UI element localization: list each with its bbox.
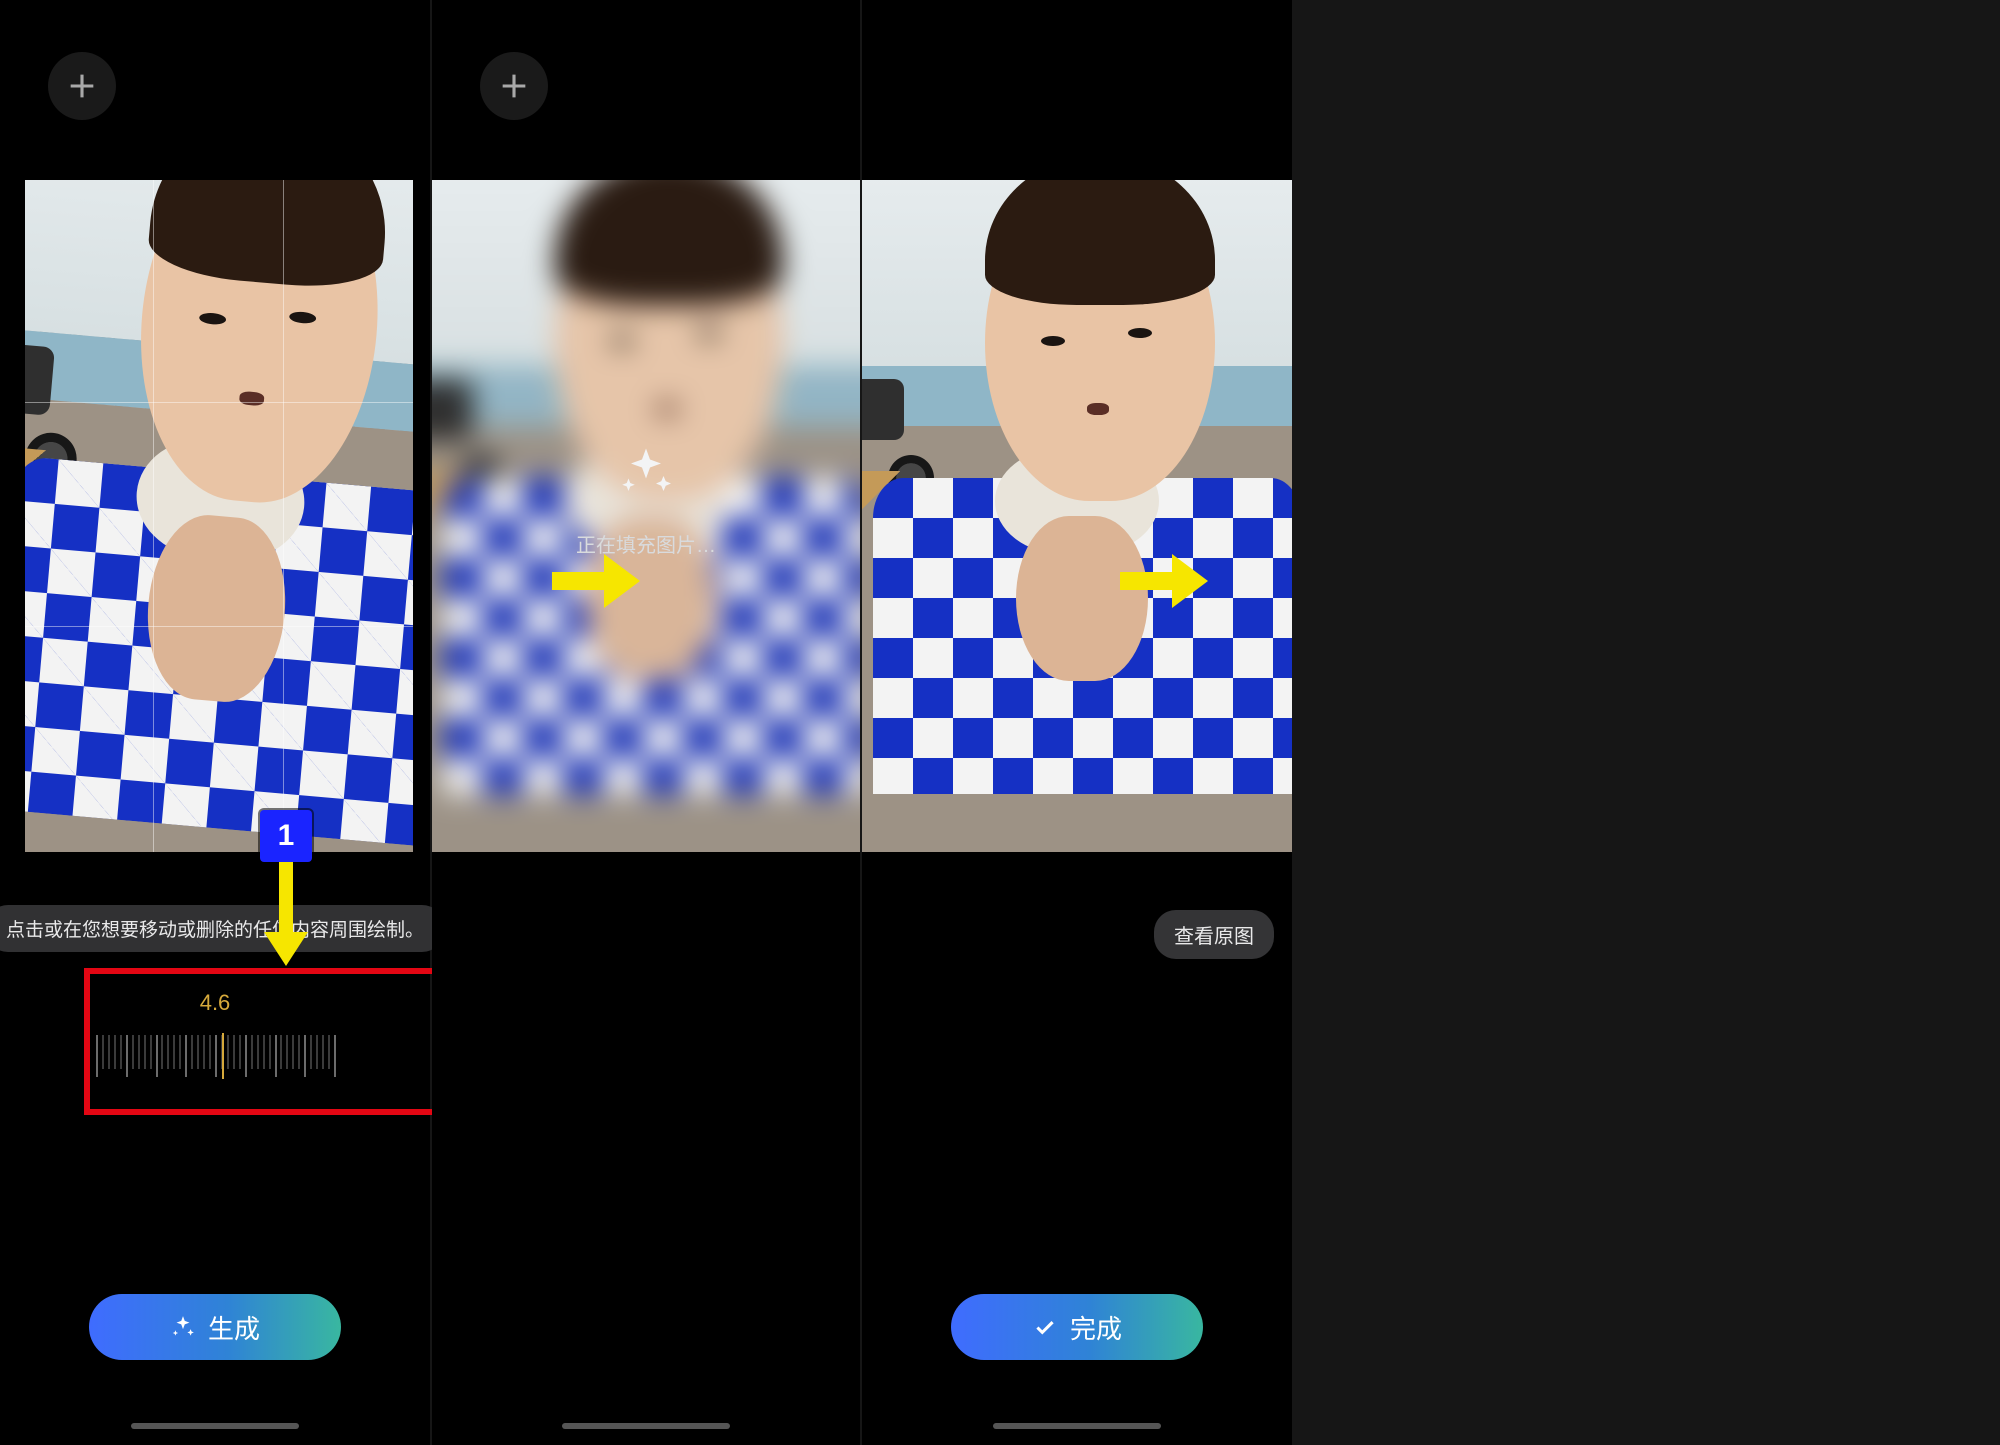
panel-result: 查看原图 完成 [862,0,1292,1445]
panel-processing: 正在填充图片… [432,0,860,1445]
flow-arrow-1 [552,548,642,614]
photo-blurred [432,180,860,852]
check-icon [1032,1314,1058,1340]
instruction-hint: 点击或在您想要移动或删除的任何内容周围绘制。 [0,905,444,952]
add-button[interactable] [48,52,116,120]
add-button[interactable] [480,52,548,120]
home-indicator [993,1423,1161,1429]
annotation-box [84,968,469,1115]
done-button[interactable]: 完成 [951,1294,1203,1360]
step-badge-1: 1 [260,810,312,862]
annotation-arrow-down [256,862,316,972]
loading-text: 正在填充图片… [432,529,860,558]
done-label: 完成 [1070,1309,1122,1346]
generate-button[interactable]: 生成 [89,1294,341,1360]
home-indicator [131,1423,299,1429]
canvas-area-processing: 正在填充图片… [432,180,860,852]
home-indicator [562,1423,730,1429]
photo-result [862,180,1292,852]
sparkle-icon [616,443,676,508]
canvas-area-result[interactable] [862,180,1292,852]
photo-content [25,180,413,852]
panel-edit: 点击或在您想要移动或删除的任何内容周围绘制。 4.6 生成 [0,0,430,1445]
flow-arrow-2 [1120,548,1210,614]
plus-icon [497,69,531,103]
plus-icon [65,69,99,103]
view-original-button[interactable]: 查看原图 [1154,910,1274,959]
generate-label: 生成 [208,1309,260,1346]
sparkle-icon [170,1314,196,1340]
canvas-area[interactable] [25,180,413,852]
